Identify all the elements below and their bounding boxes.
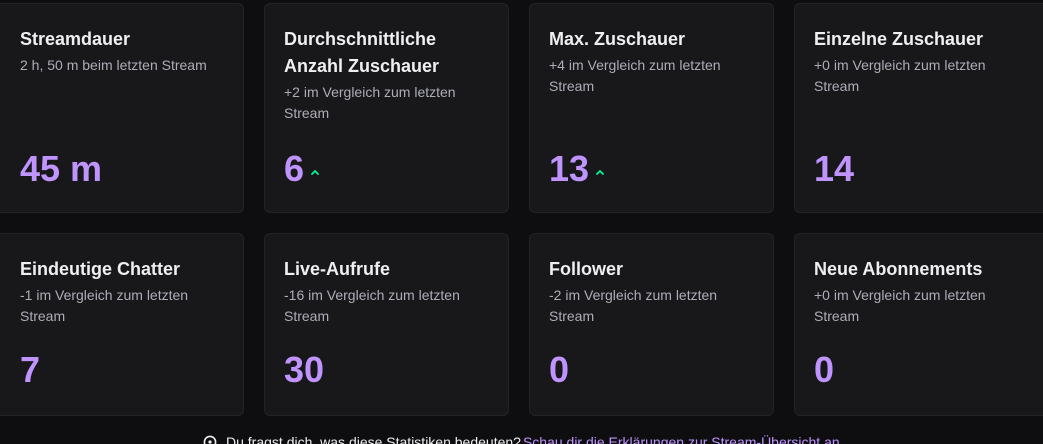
stat-title: Follower (549, 259, 624, 279)
stream-stats-panel: Streamdauer 2 h, 50 m beim letzten Strea… (0, 0, 1043, 444)
info-icon (203, 435, 217, 444)
stat-comparison: +2 im Vergleich zum letzten Stream (284, 84, 456, 121)
stat-comparison: +4 im Vergleich zum letzten Stream (549, 57, 721, 94)
stat-title: Einzelne Zuschauer (814, 29, 984, 49)
stat-value: 7 (20, 350, 40, 390)
stat-comparison: +0 im Vergleich zum letzten Stream (814, 57, 986, 94)
stat-title: Neue Abonnements (814, 259, 983, 279)
stat-value-text: 0 (814, 349, 835, 390)
trend-up-icon (311, 170, 319, 175)
stat-title: Live-Aufrufe (284, 259, 391, 279)
stat-card-followers: Follower -2 im Vergleich zum letzten Str… (529, 233, 774, 416)
stats-help-footer: Du fragst dich, was diese Statistiken be… (203, 434, 844, 444)
stat-comparison: -1 im Vergleich zum letzten Stream (20, 287, 189, 324)
stat-value-text: 6 (284, 148, 305, 189)
stat-value: 0 (549, 350, 569, 390)
stat-value: 6 (284, 149, 320, 189)
stat-value: 13 (549, 149, 605, 189)
stat-value-text: 14 (814, 148, 855, 189)
stat-comparison: 2 h, 50 m beim letzten Stream (20, 57, 207, 73)
stat-title: Durchschnittliche Anzahl Zuschauer (284, 29, 440, 76)
stat-value-text: 13 (549, 148, 590, 189)
help-question-text: Du fragst dich, was diese Statistiken be… (226, 434, 521, 444)
stat-card-stream-duration: Streamdauer 2 h, 50 m beim letzten Strea… (0, 3, 244, 213)
stat-value: 0 (814, 350, 834, 390)
stream-overview-help-link[interactable]: Schau dir die Erklärungen zur Stream-Übe… (523, 434, 844, 444)
stat-value: 30 (284, 350, 324, 390)
trend-up-icon (596, 170, 604, 175)
stat-value-text: 7 (20, 349, 41, 390)
stat-value-text: 45 m (20, 148, 103, 189)
stat-comparison: -2 im Vergleich zum letzten Stream (549, 287, 718, 324)
stat-value: 14 (814, 149, 854, 189)
stat-value-text: 30 (284, 349, 325, 390)
stat-card-unique-viewers: Einzelne Zuschauer +0 im Vergleich zum l… (794, 3, 1043, 213)
stat-card-unique-chatters: Eindeutige Chatter -1 im Vergleich zum l… (0, 233, 244, 416)
stat-card-new-subscriptions: Neue Abonnements +0 im Vergleich zum let… (794, 233, 1043, 416)
stat-title: Streamdauer (20, 29, 131, 49)
stat-title: Max. Zuschauer (549, 29, 686, 49)
stat-card-live-views: Live-Aufrufe -16 im Vergleich zum letzte… (264, 233, 509, 416)
stat-title: Eindeutige Chatter (20, 259, 181, 279)
stat-value: 45 m (20, 149, 102, 189)
stat-comparison: +0 im Vergleich zum letzten Stream (814, 287, 986, 324)
stat-card-max-viewers: Max. Zuschauer +4 im Vergleich zum letzt… (529, 3, 774, 213)
stat-value-text: 0 (549, 349, 570, 390)
stat-comparison: -16 im Vergleich zum letzten Stream (284, 287, 460, 324)
stat-card-avg-viewers: Durchschnittliche Anzahl Zuschauer +2 im… (264, 3, 509, 213)
